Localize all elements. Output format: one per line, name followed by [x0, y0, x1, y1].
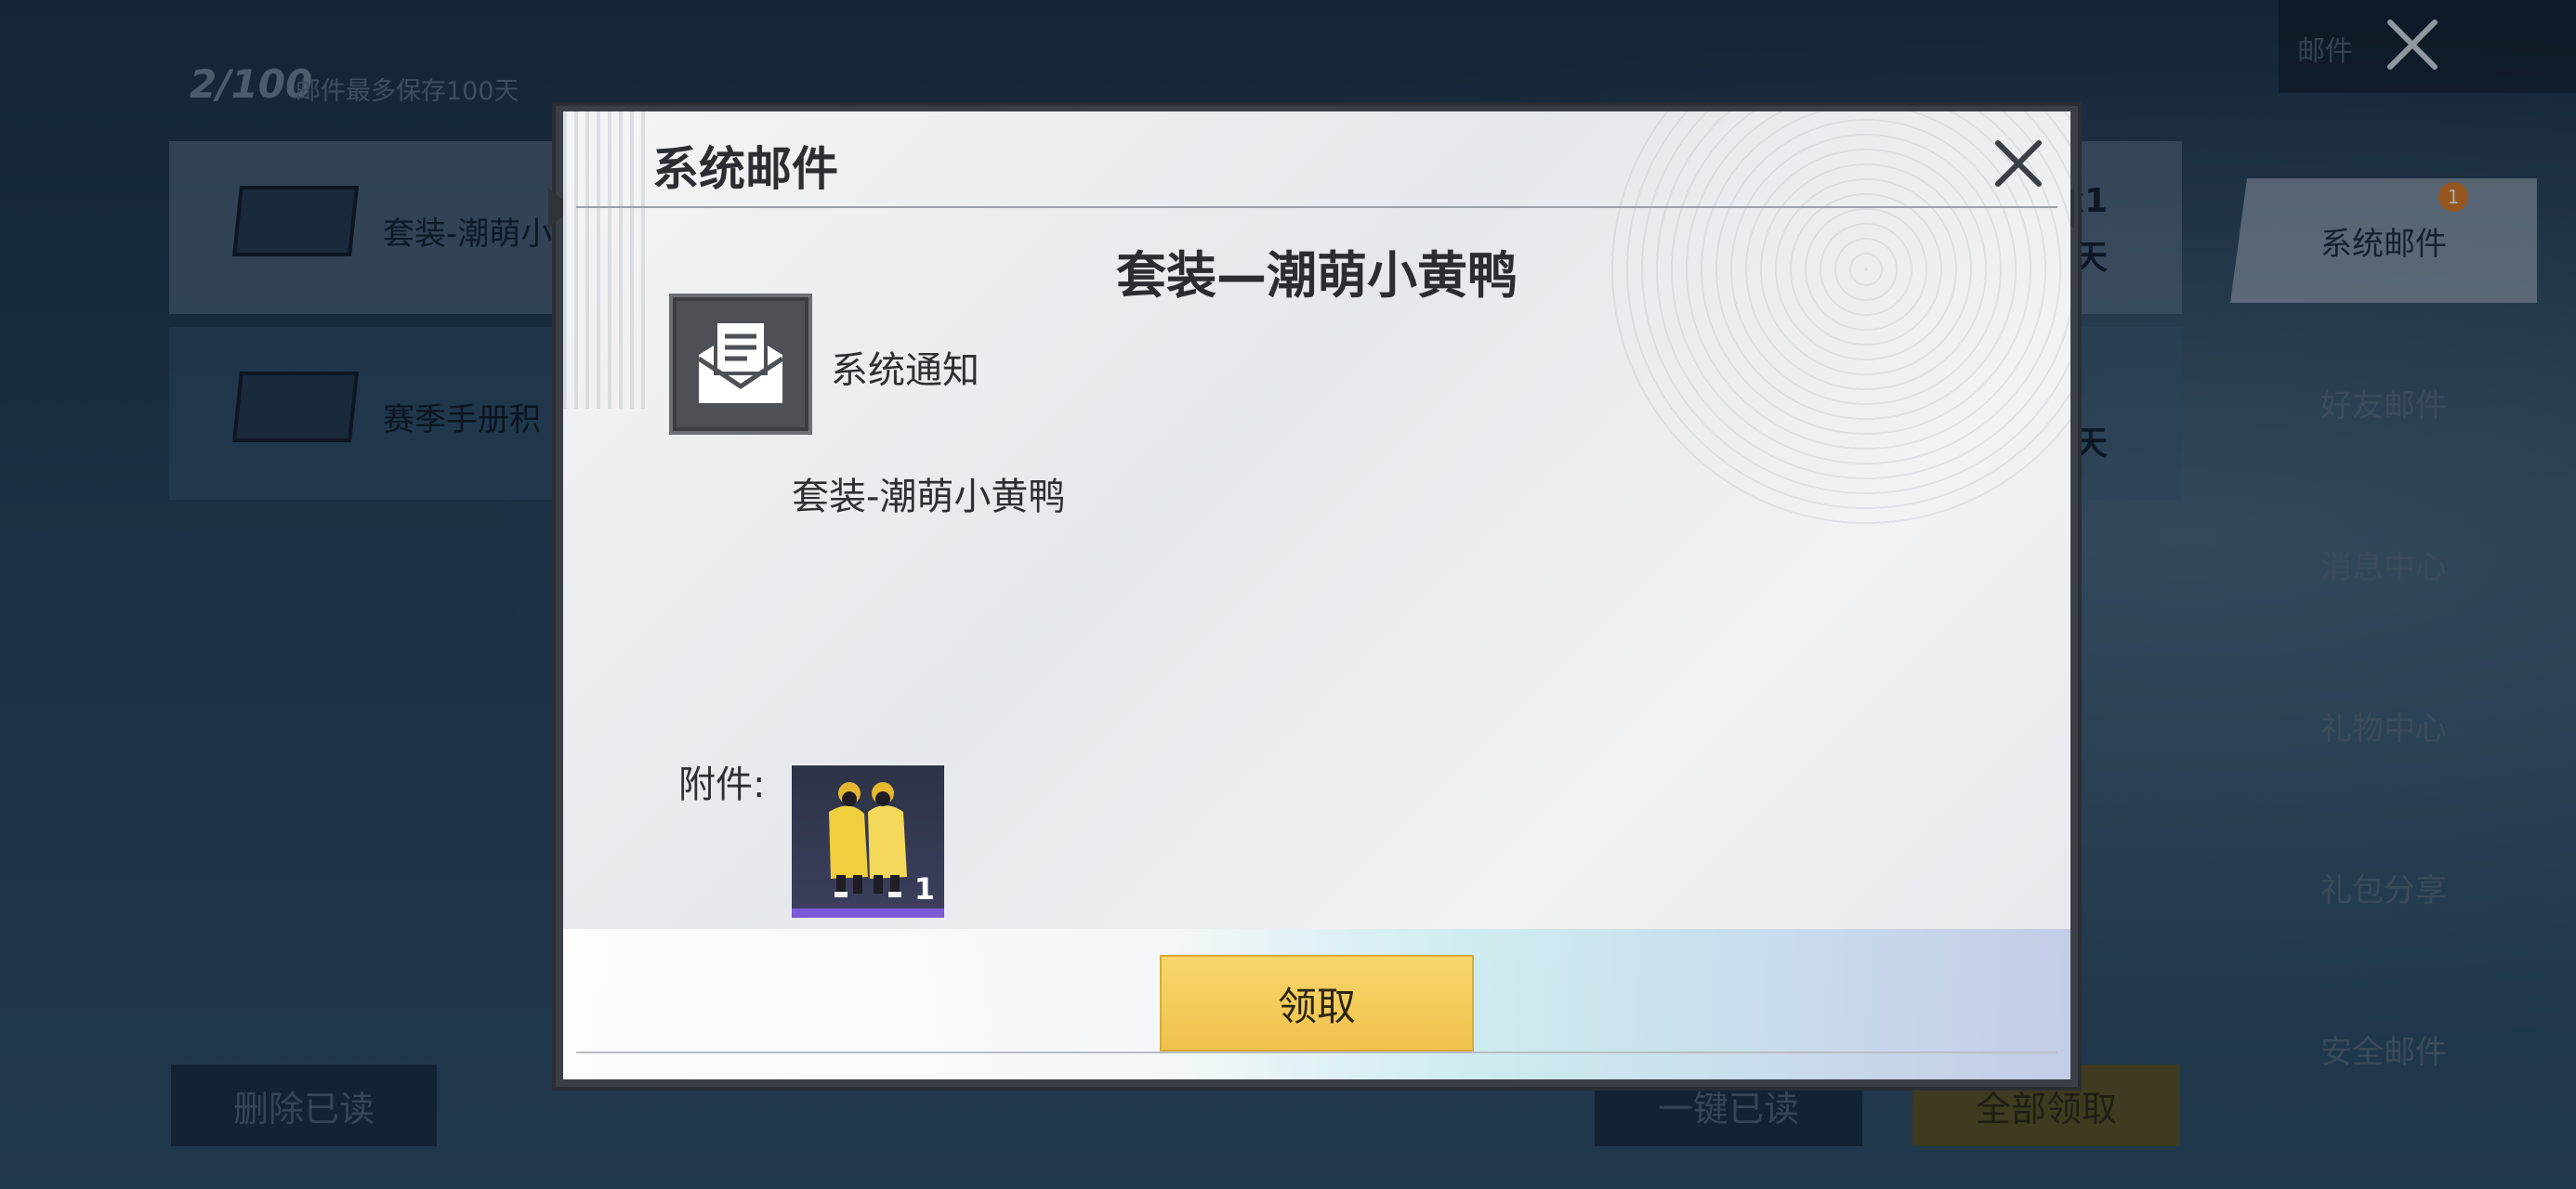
sender-name: 系统通知 [831, 349, 979, 392]
mail-dialog: 系统邮件 套装—潮萌小黄鸭 系统通知 套装-潮萌小黄鸭 附件: 1 领取 [563, 111, 2070, 1079]
close-icon[interactable] [1985, 130, 2052, 197]
header-divider [576, 206, 2057, 208]
envelope-icon [697, 320, 784, 403]
claim-button[interactable]: 领取 [1160, 955, 1474, 1052]
mail-body-text: 套装-潮萌小黄鸭 [792, 476, 1066, 518]
dialog-title: 系统邮件 [652, 142, 838, 196]
attachment-item-slot[interactable]: 1 [792, 765, 944, 918]
attachment-label: 附件: [678, 764, 766, 806]
rarity-bar [792, 908, 944, 918]
footer-divider [576, 1052, 2057, 1053]
sender-avatar [669, 294, 812, 435]
attachment-quantity: 1 [913, 871, 935, 907]
